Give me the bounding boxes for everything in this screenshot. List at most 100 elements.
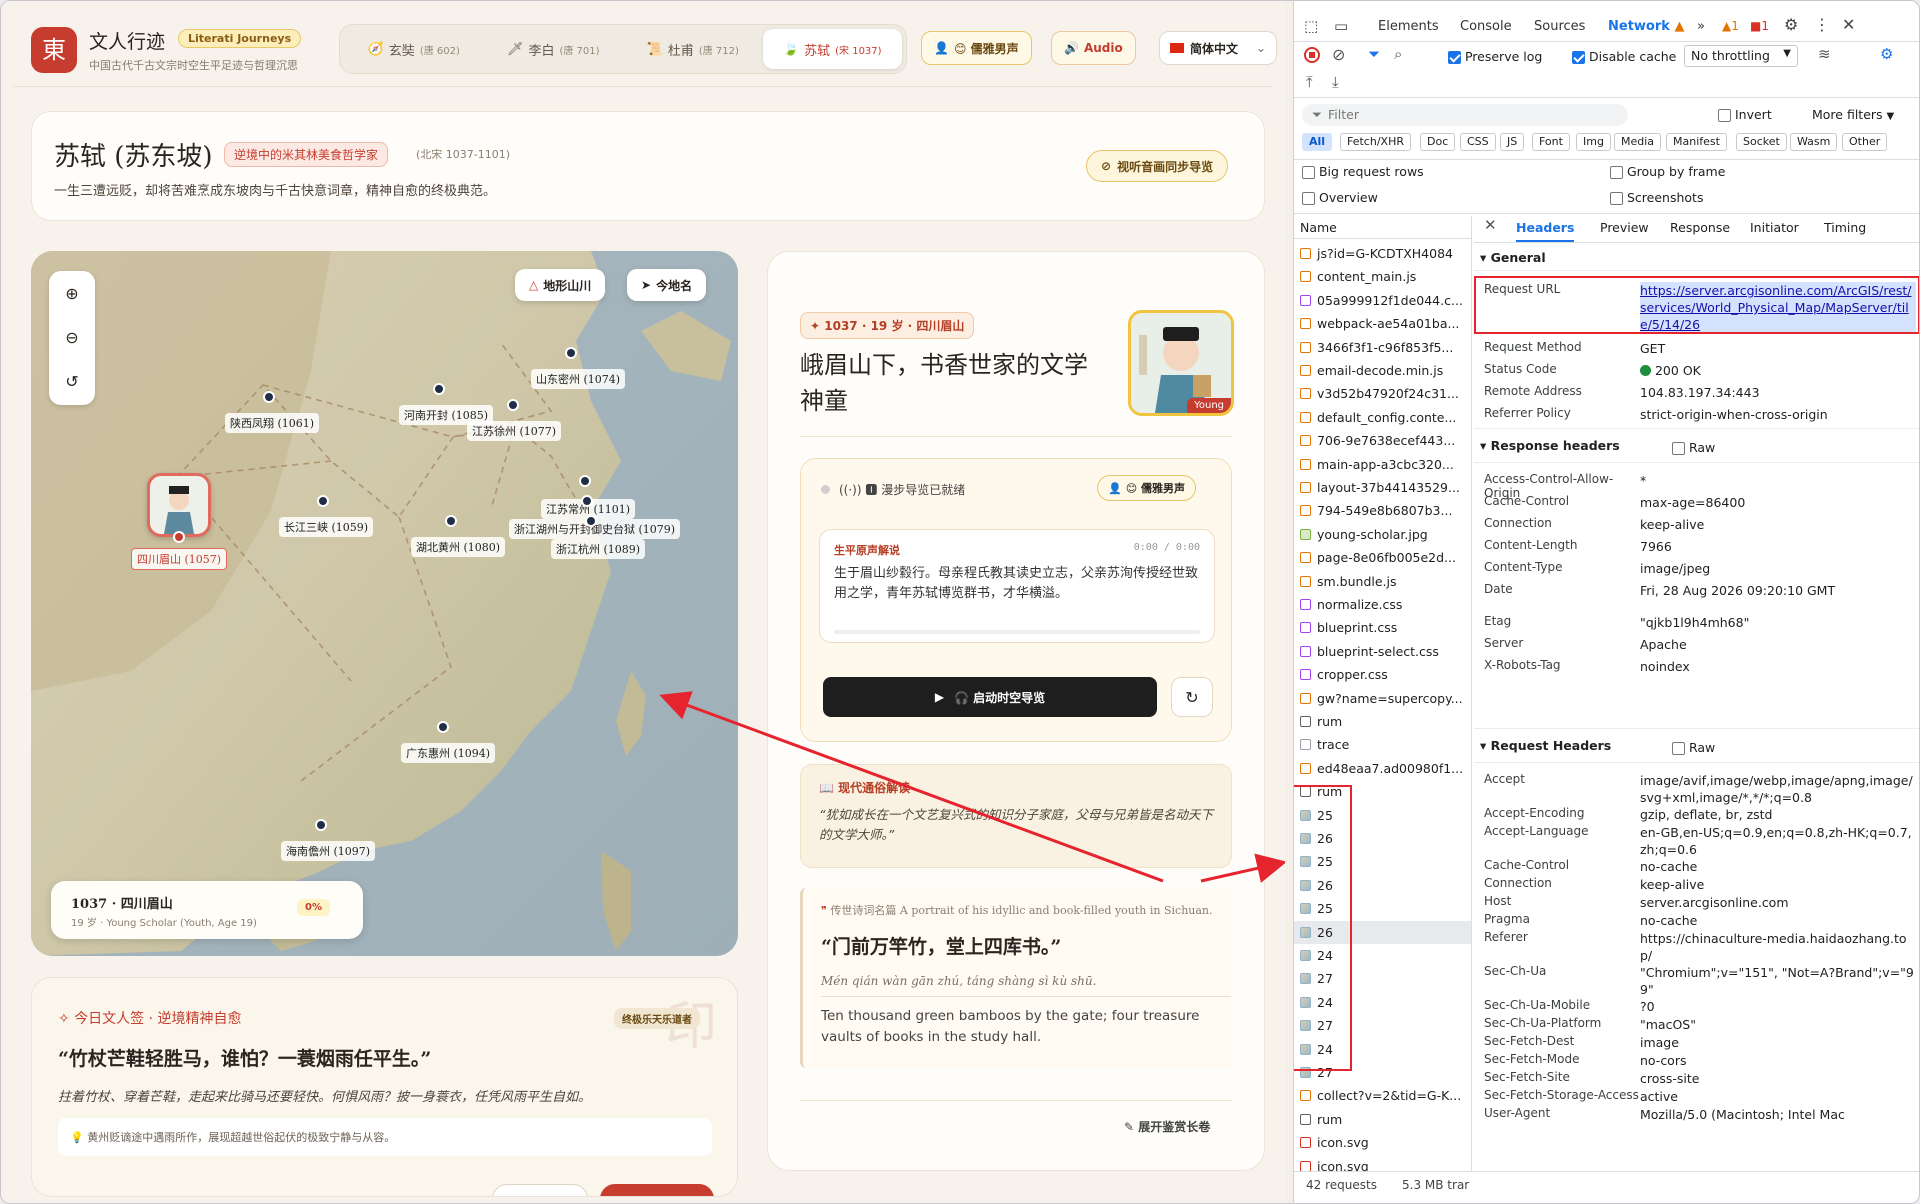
app-logo[interactable]: 東 [31,27,77,73]
type-filter-css[interactable]: CSS [1460,133,1496,151]
request-row[interactable]: icon.svg [1294,1131,1471,1154]
city-label[interactable]: 山东密州 (1074) [531,369,626,389]
response-raw-toggle[interactable]: Raw [1672,440,1715,455]
request-row[interactable]: 3466f3f1-c96f853f5... [1294,336,1471,359]
language-select[interactable]: 简体中文 ⌄ [1159,31,1277,65]
share-button[interactable] [492,1184,588,1196]
errors-badge[interactable]: ■1 [1750,19,1769,33]
map-pin[interactable] [263,391,275,403]
device-toolbar-icon[interactable]: ▭ [1334,17,1348,35]
filter-funnel-icon[interactable]: ⏷ [1368,45,1380,63]
tab-network[interactable]: Network ▲ [1608,19,1684,34]
preserve-log-toggle[interactable]: Preserve log [1448,49,1542,64]
request-row[interactable]: young-scholar.jpg [1294,523,1471,546]
next-card-button[interactable] [600,1184,714,1196]
poet-tab-sushi[interactable]: 🍃 苏轼 (宋 1037) [762,29,902,69]
filter-input[interactable]: ⏷ Filter [1302,104,1628,126]
map-pin[interactable] [317,495,329,507]
type-filter-all[interactable]: All [1302,133,1333,151]
name-column-header[interactable]: Name [1300,220,1337,235]
record-stop-icon[interactable] [1304,47,1320,63]
inspect-element-icon[interactable]: ⬚ [1304,17,1318,35]
clear-log-icon[interactable]: ⊘ [1332,45,1345,64]
network-settings-gear-icon[interactable]: ⚙ [1880,45,1893,63]
zoom-in-icon[interactable]: ⊕ [49,271,95,315]
map-pin[interactable] [581,495,593,507]
city-label[interactable]: 陕西凤翔 (1061) [225,413,320,433]
city-label[interactable]: 广东惠州 (1094) [401,743,496,763]
poet-tab-xuanzang[interactable]: 🧭 玄奘 (唐 602) [344,29,484,69]
current-location-avatar[interactable] [147,473,211,537]
request-row[interactable]: email-decode.min.js [1294,359,1471,382]
request-row[interactable]: 706-9e7638ecef443... [1294,429,1471,452]
request-row[interactable]: rum [1294,710,1471,733]
request-row[interactable]: default_config.conte... [1294,406,1471,429]
audio-button[interactable]: 🔊 Audio [1051,31,1136,65]
reset-view-icon[interactable]: ↺ [49,359,95,403]
city-label[interactable]: 海南儋州 (1097) [281,841,376,861]
tab-response[interactable]: Response [1670,220,1730,235]
tab-elements[interactable]: Elements [1378,19,1439,34]
type-filter-js[interactable]: JS [1500,133,1525,151]
request-row[interactable]: ed48eaa7.ad00980f1... [1294,757,1471,780]
request-row[interactable]: blueprint-select.css [1294,640,1471,663]
tab-console[interactable]: Console [1460,19,1512,34]
overview-checkbox[interactable] [1302,192,1315,205]
request-row[interactable]: layout-37b44143529... [1294,476,1471,499]
request-row[interactable]: cropper.css [1294,663,1471,686]
city-label[interactable]: 长江三峡 (1059) [279,517,374,537]
wifi-conditions-icon[interactable]: ≋ [1818,45,1831,63]
request-raw-toggle[interactable]: Raw [1672,740,1715,755]
request-row[interactable]: trace [1294,733,1471,756]
tab-timing[interactable]: Timing [1824,220,1866,235]
request-row[interactable]: 05a999912f1de044.c... [1294,289,1471,312]
throttling-select[interactable]: No throttling ▼ [1684,45,1798,67]
map-pin[interactable] [585,515,597,527]
response-headers-section[interactable]: ▾ Response headers [1480,438,1620,453]
invert-checkbox[interactable] [1718,109,1731,122]
preserve-log-checkbox[interactable] [1448,51,1461,64]
type-filter-wasm[interactable]: Wasm [1790,133,1838,151]
type-filter-doc[interactable]: Doc [1420,133,1456,151]
export-har-icon[interactable]: ⤓ [1332,73,1339,91]
kebab-menu-icon[interactable]: ⋮ [1814,15,1830,34]
tab-initiator[interactable]: Initiator [1750,220,1799,235]
close-devtools-icon[interactable]: ✕ [1842,15,1855,34]
type-filter-media[interactable]: Media [1614,133,1662,151]
sync-guide-button[interactable]: ⊘ 视听音画同步导览 [1086,150,1229,182]
city-label-current[interactable]: 四川眉山 (1057) [131,548,228,570]
narration-progress[interactable] [834,630,1200,634]
big-rows-toggle[interactable]: Big request rows [1302,164,1424,179]
terrain-layer-button[interactable]: △ 地形山川 [515,269,606,301]
type-filter-fetch[interactable]: Fetch/XHR [1340,133,1411,151]
disable-cache-toggle[interactable]: Disable cache [1572,49,1676,64]
group-by-frame-checkbox[interactable] [1610,166,1623,179]
request-raw-checkbox[interactable] [1672,742,1685,755]
map-pin-current[interactable] [173,531,185,543]
import-har-icon[interactable]: ⤒ [1306,73,1313,91]
map-pin[interactable] [437,721,449,733]
map-pin[interactable] [433,383,445,395]
request-row[interactable]: sm.bundle.js [1294,570,1471,593]
warnings-badge[interactable]: ▲1 [1722,19,1739,33]
request-row[interactable]: collect?v=2&tid=G-K... [1294,1084,1471,1107]
request-row[interactable]: 794-549e8b6807b3... [1294,499,1471,522]
tab-sources[interactable]: Sources [1534,19,1585,34]
request-row[interactable]: normalize.css [1294,593,1471,616]
overview-toggle[interactable]: Overview [1302,190,1378,205]
general-section[interactable]: ▾ General [1480,250,1546,265]
poet-tab-dufu[interactable]: 📜 杜甫 (唐 712) [623,29,763,69]
more-filters-dropdown[interactable]: More filters ▼ [1812,107,1894,122]
request-headers-section[interactable]: ▾ Request Headers [1480,738,1611,753]
request-row[interactable]: main-app-a3cbc320... [1294,453,1471,476]
screenshots-checkbox[interactable] [1610,192,1623,205]
replay-icon[interactable]: ↻ [1171,677,1213,717]
type-filter-other[interactable]: Other [1842,133,1888,151]
poet-tab-libai[interactable]: 🗡 李白 (唐 701) [484,29,624,69]
response-raw-checkbox[interactable] [1672,442,1685,455]
disable-cache-checkbox[interactable] [1572,51,1585,64]
request-row[interactable]: v3d52b47920f24c31... [1294,382,1471,405]
city-label[interactable]: 浙江杭州 (1089) [551,539,646,559]
screenshots-toggle[interactable]: Screenshots [1610,190,1703,205]
request-row[interactable]: rum [1294,1108,1471,1131]
